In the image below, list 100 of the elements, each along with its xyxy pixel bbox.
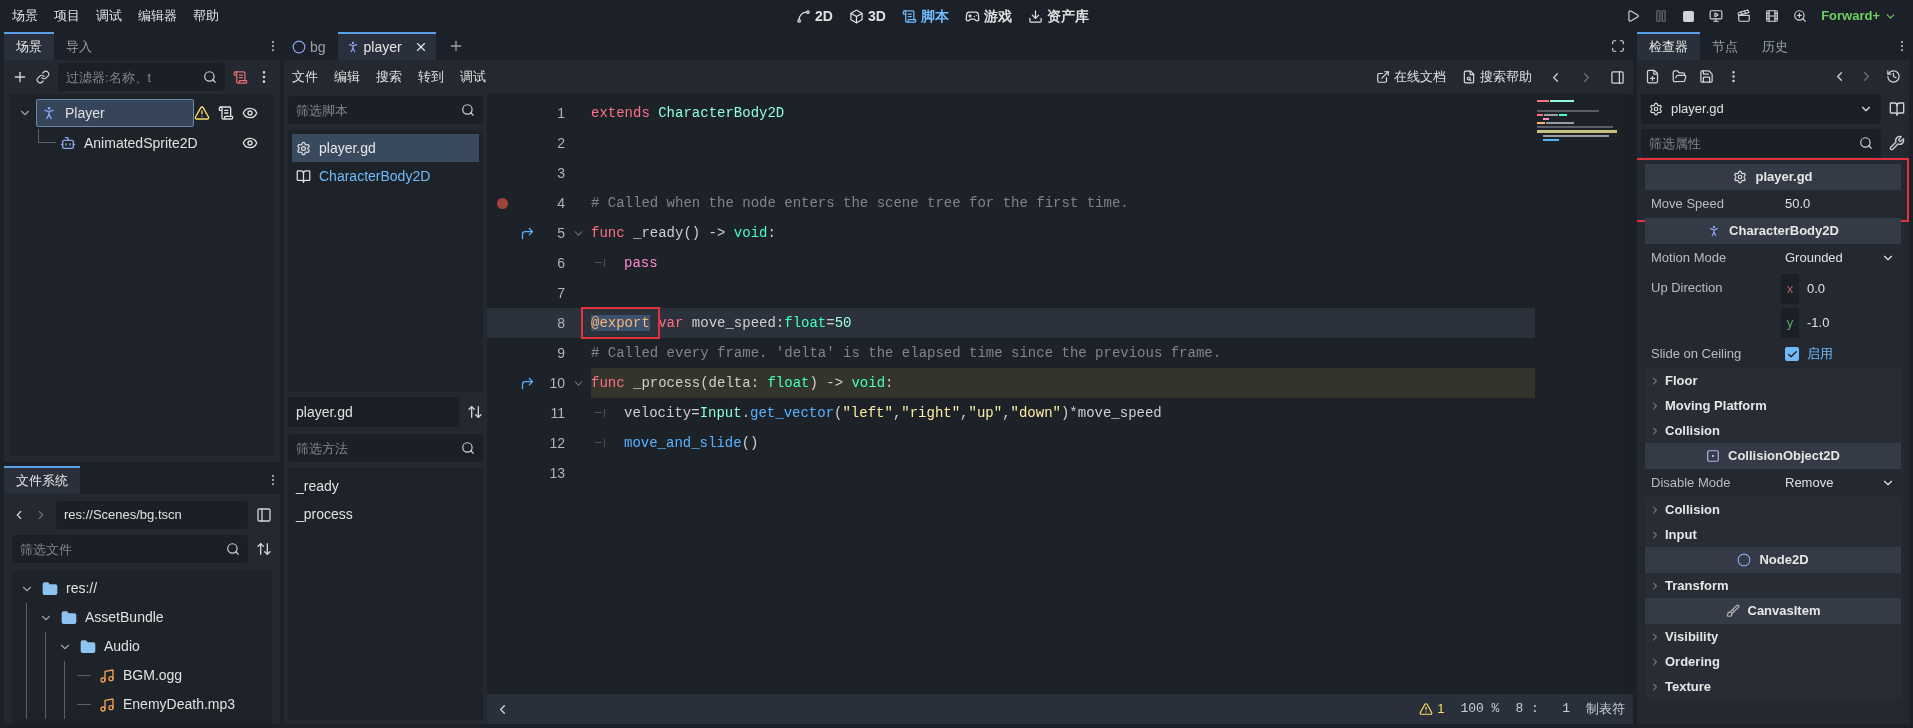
clapperboard-icon[interactable]: [1737, 9, 1752, 23]
monitor-icon[interactable]: [1709, 9, 1724, 23]
file-item[interactable]: EnemyDeath.mp3: [123, 694, 236, 715]
property-group[interactable]: Visibility: [1645, 624, 1901, 649]
filter-field[interactable]: 筛选属性: [1641, 129, 1881, 157]
warning-icon[interactable]: [1419, 702, 1434, 716]
doc-icon[interactable]: [1889, 101, 1905, 117]
panel-tab[interactable]: 历史: [1750, 32, 1800, 60]
workspace-button[interactable]: 游戏: [964, 5, 1012, 27]
script-item[interactable]: player.gd: [292, 134, 479, 162]
script-item[interactable]: CharacterBody2D: [292, 162, 479, 190]
tools-icon[interactable]: [1889, 135, 1905, 151]
property-group[interactable]: Floor: [1645, 368, 1901, 393]
object-dropdown[interactable]: player.gd: [1641, 94, 1881, 124]
property-group[interactable]: Ordering: [1645, 649, 1901, 674]
property-group[interactable]: Texture: [1645, 674, 1901, 699]
category-header: CollisionObject2D: [1645, 443, 1901, 469]
link-icon[interactable]: [36, 70, 50, 84]
panel-tab[interactable]: 导入: [54, 32, 104, 60]
menu-item[interactable]: 调试: [460, 67, 486, 87]
override-arrow-icon[interactable]: [519, 375, 535, 391]
script-icon[interactable]: [218, 105, 234, 121]
warning-icon[interactable]: [194, 105, 210, 121]
workspace-button[interactable]: 2D: [796, 5, 833, 27]
zoom-icon[interactable]: [1793, 9, 1808, 23]
menu-item[interactable]: 调试: [96, 6, 122, 26]
number-field[interactable]: -1.0: [1799, 313, 1830, 333]
file-item[interactable]: res://: [66, 578, 98, 599]
menu-item[interactable]: 转到: [418, 67, 444, 87]
visibility-icon[interactable]: [242, 105, 258, 121]
robot-icon: [60, 135, 76, 151]
menu-item[interactable]: 项目: [54, 6, 80, 26]
workspace-button[interactable]: 脚本: [901, 5, 949, 27]
film-icon[interactable]: [1765, 9, 1780, 23]
menu-item[interactable]: 搜索: [376, 67, 402, 87]
visibility-icon[interactable]: [242, 135, 258, 151]
number-field[interactable]: 50.0: [1781, 194, 1895, 214]
workspace-button[interactable]: 3D: [848, 5, 886, 27]
filter-field[interactable]: 过滤器:名称、t: [58, 63, 225, 91]
number-field[interactable]: 0.0: [1799, 279, 1826, 299]
renderer-dropdown[interactable]: Forward+: [1821, 6, 1897, 26]
menu-item[interactable]: 帮助: [193, 6, 219, 26]
category-header: Node2D: [1645, 547, 1901, 573]
help-button[interactable]: 在线文档: [1376, 67, 1446, 87]
property-label: Disable Mode: [1651, 474, 1732, 493]
property-group[interactable]: Collision: [1645, 418, 1901, 443]
zoom-level[interactable]: 100 %: [1460, 699, 1500, 719]
stop-icon[interactable]: [1682, 9, 1696, 23]
pause-icon[interactable]: [1654, 9, 1669, 23]
add-icon[interactable]: [12, 69, 28, 85]
workspace-button[interactable]: 资产库: [1027, 5, 1089, 27]
option-dropdown[interactable]: Grounded: [1781, 248, 1895, 268]
line-number: 6: [556, 253, 565, 273]
menu-item[interactable]: 文件: [292, 67, 318, 87]
line-number: 4: [556, 193, 565, 213]
property-group[interactable]: Transform: [1645, 573, 1901, 598]
checkbox[interactable]: [1785, 347, 1799, 361]
file-item[interactable]: Audio: [104, 636, 140, 657]
line-number: 3: [556, 163, 565, 183]
property-group[interactable]: Input: [1645, 522, 1901, 547]
editor-tab[interactable]: player: [337, 32, 436, 60]
indent-mode[interactable]: 制表符: [1586, 699, 1625, 719]
menu-item[interactable]: 编辑: [334, 67, 360, 87]
file-item[interactable]: BGM.ogg: [123, 665, 183, 686]
panel-tab[interactable]: 检查器: [1637, 32, 1700, 60]
path-field[interactable]: res://Scenes/bg.tscn: [56, 501, 248, 529]
override-arrow-icon[interactable]: [519, 225, 535, 241]
property-group[interactable]: Moving Platform: [1645, 393, 1901, 418]
category-header: CharacterBody2D: [1645, 218, 1901, 244]
menu-item[interactable]: 场景: [12, 6, 38, 26]
play-icon[interactable]: [1626, 9, 1641, 23]
method-item[interactable]: _process: [292, 500, 479, 528]
file-search-icon: [1462, 70, 1476, 84]
option-dropdown[interactable]: Remove: [1781, 473, 1895, 493]
filter-field[interactable]: 筛选文件: [12, 535, 248, 563]
menu-item[interactable]: 编辑器: [138, 6, 177, 26]
history-icon[interactable]: [1886, 68, 1901, 84]
warning-count[interactable]: 1: [1437, 699, 1445, 719]
open-folder-icon[interactable]: [1672, 68, 1687, 84]
panel-tab[interactable]: 场景: [4, 32, 54, 60]
filter-field[interactable]: 筛选方法: [288, 434, 483, 462]
sort-icon[interactable]: [467, 404, 483, 420]
filter-field[interactable]: 筛选脚本: [288, 96, 483, 124]
split-view-icon[interactable]: [256, 507, 272, 523]
method-item[interactable]: _ready: [292, 472, 479, 500]
help-button[interactable]: 搜索帮助: [1462, 67, 1532, 87]
script-remove-icon[interactable]: [233, 69, 248, 85]
property-group[interactable]: Collision: [1645, 497, 1901, 522]
file-item[interactable]: AssetBundle: [85, 607, 164, 628]
save-icon[interactable]: [1699, 68, 1714, 84]
editor-tab[interactable]: bg: [284, 32, 334, 60]
panel-tab[interactable]: 文件系统: [4, 466, 80, 494]
search-icon: [461, 103, 475, 117]
panel-toggle-icon[interactable]: [1610, 69, 1625, 85]
fullscreen-icon[interactable]: [1611, 39, 1625, 53]
panel-tab[interactable]: 节点: [1700, 32, 1750, 60]
sort-icon[interactable]: [256, 541, 272, 557]
tree-item[interactable]: AnimatedSprite2D: [56, 129, 218, 157]
tree-item[interactable]: Player: [36, 99, 194, 127]
new-file-icon[interactable]: [1645, 68, 1660, 84]
